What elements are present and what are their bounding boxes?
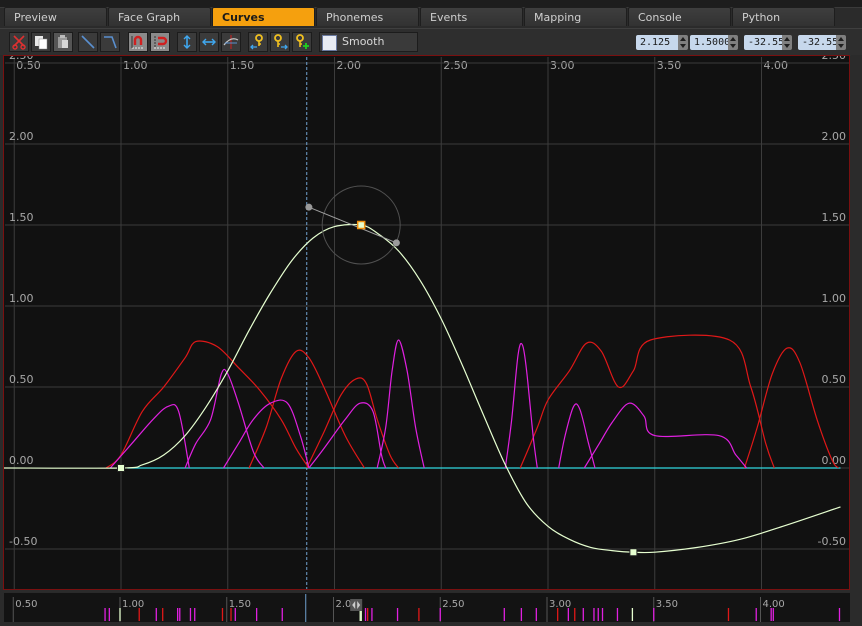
timeline-tick-label: 1.00 bbox=[122, 599, 144, 610]
timeline-tick-label: 3.50 bbox=[656, 599, 678, 610]
timeline-scrub-handle[interactable] bbox=[350, 599, 363, 611]
timeline-tick-label: 0.50 bbox=[15, 599, 37, 610]
timeline-svg[interactable]: 0.50 1.00 1.50 2.00 2.50 3.00 3.50 4.00 bbox=[0, 1, 862, 626]
timeline-tick-label: 1.50 bbox=[229, 599, 251, 610]
timeline-tick-label: 2.50 bbox=[442, 599, 464, 610]
timeline-ruler[interactable]: 0.50 1.00 1.50 2.00 2.50 3.00 3.50 4.00 bbox=[4, 592, 850, 622]
